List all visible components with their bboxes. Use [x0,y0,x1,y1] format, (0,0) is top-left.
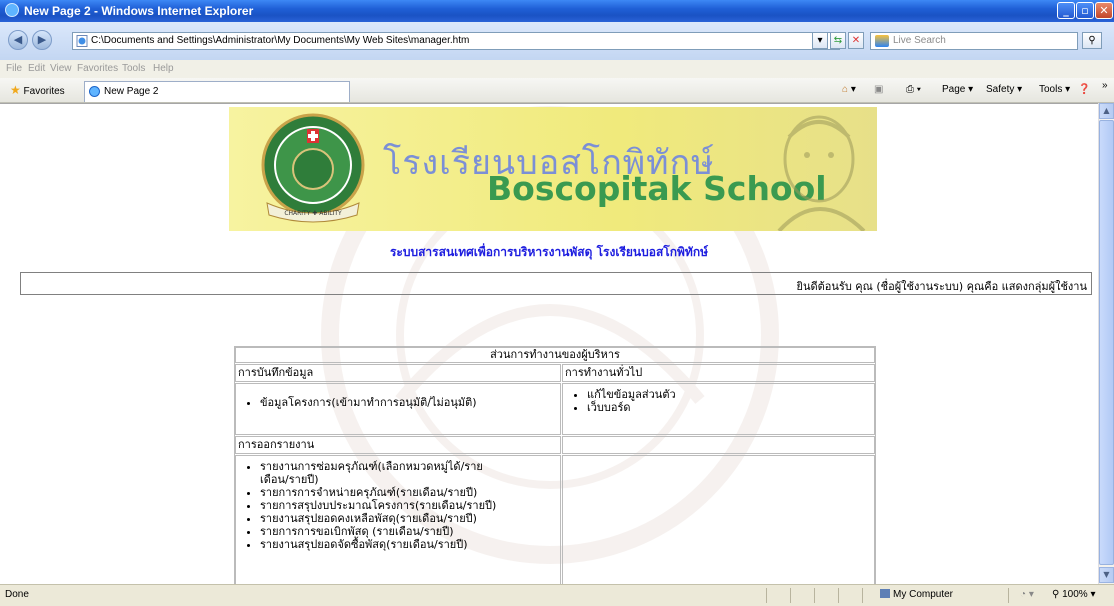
menu-tools[interactable]: Tools [122,63,145,74]
refresh-icon: ⇆ [833,35,843,46]
record-header: การบันทึกข้อมูล [235,364,561,382]
scroll-thumb[interactable] [1099,120,1114,565]
safety-menu[interactable]: Safety ▾ [986,84,1022,95]
report-item-remaining[interactable]: รายงานสรุปยอดคงเหลือพัสดุ(รายเดือน/รายปี… [260,512,500,525]
refresh-button[interactable]: ⇆ [830,32,846,49]
portrait-image [777,115,866,231]
vertical-scrollbar[interactable]: ▲ ▼ [1098,103,1114,584]
ie-icon [5,3,19,17]
ie-icon [89,86,100,97]
page-menu[interactable]: Page ▾ [942,84,973,95]
scroll-down-button[interactable]: ▼ [1099,567,1114,583]
search-icon: ⚲ [1088,35,1096,46]
more-commands-button[interactable]: » [1102,80,1108,91]
favorites-label: Favorites [23,86,65,97]
system-title: ระบบสารสนเทศเพื่อการบริหารงานพัสดุ โรงเร… [389,245,708,259]
report-item-disposal[interactable]: รายการการจำหน่ายครุภัณฑ์(รายเดือน/รายปี) [260,486,500,499]
search-placeholder: Live Search [893,35,946,46]
general-header: การทำงานทั่วไป [562,364,875,382]
admin-menu-table: ส่วนการทำงานของผู้บริหาร การบันทึกข้อมูล… [234,346,876,585]
record-cell: ข้อมูลโครงการ(เข้ามาทำการอนุมัติ/ไม่อนุม… [235,383,561,435]
zoom-control[interactable]: ⚲ 100% ▾ [1052,589,1096,600]
report-header: การออกรายงาน [235,436,561,454]
forward-icon: ▶ [37,33,47,46]
tab-label: New Page 2 [104,86,159,97]
tab-bar: ★ Favorites New Page 2 ⌂ ▾ ▣ ⎙ ▾ Page ▾ … [0,78,1114,103]
status-text: Done [5,589,29,600]
school-logo: CHARITY ✚ ABILITY [261,113,365,223]
print-icon: ⎙ [906,84,914,95]
menu-bar: File Edit View Favorites Tools Help [0,60,1114,79]
general-cell: แก้ไขข้อมูลส่วนตัว เว็บบอร์ด [562,383,875,435]
welcome-text: ยินดีต้อนรับ คุณ (ชื่อผู้ใช้งานระบบ) คุณ… [796,280,1087,293]
close-button[interactable]: ✕ [1095,2,1113,19]
live-search-icon [875,35,889,47]
menu-edit[interactable]: Edit [28,63,45,74]
menu-file[interactable]: File [6,63,22,74]
general-item-webboard[interactable]: เว็บบอร์ด [587,401,874,414]
report-item-purchase[interactable]: รายงานสรุปยอดจัดซื้อพัสดุ(รายเดือน/รายปี… [260,538,500,551]
report-item-withdrawal[interactable]: รายการการขอเบิกพัสดุ (รายเดือน/รายปี) [260,525,500,538]
logo-motto: CHARITY ✚ ABILITY [284,210,342,217]
status-divider [814,588,815,603]
stop-button[interactable]: ✕ [848,32,864,49]
page-icon [76,35,88,47]
empty-header-cell [562,436,875,454]
search-button[interactable]: ⚲ [1082,32,1102,49]
address-bar[interactable]: C:\Documents and Settings\Administrator\… [72,32,840,50]
minimize-button[interactable]: _ [1057,2,1075,19]
feeds-button[interactable]: ▣ [874,84,883,95]
maximize-button[interactable]: ▫ [1076,2,1094,19]
school-banner: CHARITY ✚ ABILITY โรงเรียนบอสโกพิทักษ์ B… [229,107,877,231]
protected-mode-button[interactable]: ◔ ▾ [1020,589,1034,600]
home-button[interactable]: ⌂ ▾ [842,84,856,95]
page-content: CHARITY ✚ ABILITY โรงเรียนบอสโกพิทักษ์ B… [0,103,1098,585]
computer-icon [880,589,890,598]
general-item-edit-profile[interactable]: แก้ไขข้อมูลส่วนตัว [587,388,874,401]
status-divider [862,588,863,603]
status-divider [766,588,767,603]
back-icon: ◀ [13,33,23,46]
empty-report-cell [562,455,875,585]
window-title: New Page 2 - Windows Internet Explorer [24,4,254,18]
star-icon: ★ [10,83,21,97]
status-divider [838,588,839,603]
status-divider [1008,588,1009,603]
help-icon: ❓ [1078,84,1091,95]
report-item-repair[interactable]: รายงานการซ่อมครุภัณฑ์(เลือกหมวดหมู่ได้/ร… [260,460,500,486]
scroll-up-button[interactable]: ▲ [1099,103,1114,119]
stop-icon: ✕ [851,35,861,46]
title-bar: New Page 2 - Windows Internet Explorer _… [0,0,1114,22]
back-button[interactable]: ◀ [8,30,28,50]
tools-menu[interactable]: Tools ▾ [1039,84,1070,95]
address-url: C:\Documents and Settings\Administrator\… [91,35,470,46]
dropdown-icon: ▾ [817,35,823,46]
status-divider [790,588,791,603]
report-item-budget[interactable]: รายการสรุปงบประมาณโครงการ(รายเดือน/รายปี… [260,499,500,512]
print-button[interactable]: ⎙ ▾ [906,84,921,95]
search-input[interactable]: Live Search [870,32,1078,50]
table-header: ส่วนการทำงานของผู้บริหาร [235,347,875,363]
record-item-project-approval[interactable]: ข้อมูลโครงการ(เข้ามาทำการอนุมัติ/ไม่อนุม… [260,396,560,409]
address-toolbar: ◀ ▶ C:\Documents and Settings\Administra… [0,22,1114,60]
address-dropdown-button[interactable]: ▾ [812,32,828,49]
menu-view[interactable]: View [50,63,72,74]
tab-new-page-2[interactable]: New Page 2 [84,81,350,102]
home-icon: ⌂ [842,84,849,95]
help-button[interactable]: ❓ [1078,84,1090,95]
feeds-icon: ▣ [874,84,884,95]
menu-help[interactable]: Help [153,63,174,74]
zoom-value: 100% [1062,589,1088,600]
welcome-bar: ยินดีต้อนรับ คุณ (ชื่อผู้ใช้งานระบบ) คุณ… [20,272,1092,295]
forward-button[interactable]: ▶ [32,30,52,50]
security-zone: My Computer [880,589,953,600]
zone-label: My Computer [893,589,954,600]
favorites-button[interactable]: ★ Favorites [10,83,65,97]
menu-favorites[interactable]: Favorites [77,63,118,74]
zoom-icon: ⚲ [1052,589,1060,600]
status-bar: Done My Computer ◔ ▾ ⚲ 100% ▾ [0,584,1114,606]
report-cell: รายงานการซ่อมครุภัณฑ์(เลือกหมวดหมู่ได้/ร… [235,455,561,585]
